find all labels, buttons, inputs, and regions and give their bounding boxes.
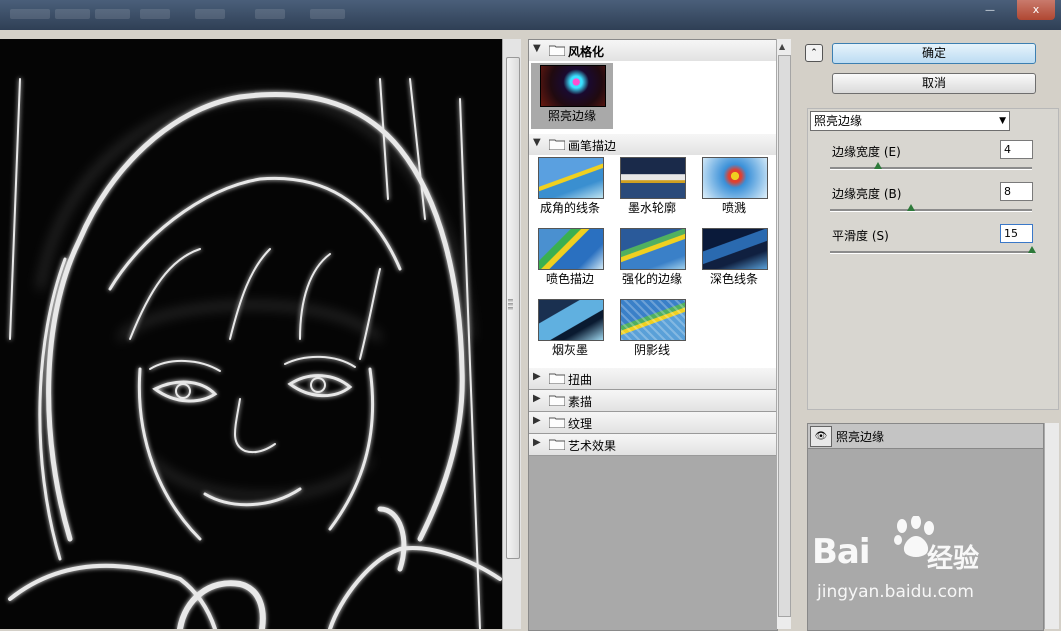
watermark-brand-du: du	[890, 532, 919, 557]
watermark-brand-text: Bai	[812, 532, 871, 572]
filter-thumbnail-image	[620, 157, 686, 199]
filter-thumbnail-image	[538, 299, 604, 341]
minimize-button[interactable]: —	[985, 6, 999, 16]
category-stylize-body: 照亮边缘	[529, 61, 777, 134]
eye-icon[interactable]: 👁	[810, 426, 832, 447]
folder-icon	[549, 417, 565, 428]
effect-layer-row[interactable]: 👁 照亮边缘	[808, 424, 1043, 449]
edge-width-label: 边缘宽度 (E)	[832, 145, 901, 159]
category-brush-strokes-body: 成角的线条 墨水轮廓 喷溅 喷色描边 强化的边缘 深色线条 烟灰墨 阴影线	[529, 155, 777, 368]
expanded-triangle-icon: ▼	[533, 137, 541, 148]
collapsed-triangle-icon: ▶	[533, 415, 541, 426]
folder-icon	[549, 139, 565, 150]
filter-thumb-caption: 照亮边缘	[547, 109, 596, 123]
filter-thumbnail-image	[620, 299, 686, 341]
category-label: 扭曲	[568, 373, 593, 387]
filter-thumb-caption: 深色线条	[709, 272, 758, 286]
titlebar-menu-blur	[55, 9, 90, 19]
scrollbar-grip-icon: ═ ═ ═	[508, 296, 513, 313]
filter-thumb-caption: 烟灰墨	[551, 343, 588, 357]
smoothness-slider-knob[interactable]	[1028, 246, 1036, 253]
titlebar-menu-blur	[310, 9, 345, 19]
category-stylize[interactable]: ▼ 风格化	[529, 40, 777, 62]
layers-vertical-scrollbar[interactable]	[1044, 423, 1059, 629]
folder-icon	[549, 45, 565, 56]
filter-type-value: 照亮边缘	[814, 114, 863, 128]
window-titlebar: — x	[0, 0, 1061, 30]
collapsed-triangle-icon: ▶	[533, 437, 541, 448]
edge-brightness-label: 边缘亮度 (B)	[832, 187, 902, 201]
filter-thumb-caption: 成角的线条	[539, 201, 600, 215]
watermark-brand-cn: 经验	[927, 544, 980, 574]
folder-icon	[549, 373, 565, 384]
gallery-scrollbar-thumb[interactable]	[778, 55, 791, 617]
smoothness-slider[interactable]	[830, 246, 1036, 254]
filter-thumb-crosshatch[interactable]: 阴影线	[611, 297, 693, 363]
smoothness-input[interactable]: 15	[1000, 224, 1033, 243]
collapsed-triangle-icon: ▶	[533, 393, 541, 404]
folder-icon	[549, 439, 565, 450]
preview-vertical-scrollbar[interactable]: ═ ═ ═	[502, 39, 521, 629]
edge-width-slider[interactable]	[830, 162, 1032, 170]
glowing-edges-preview-image	[0, 39, 502, 629]
cancel-button[interactable]: 取消	[832, 73, 1036, 94]
filter-thumb-caption: 喷溅	[721, 201, 746, 215]
folder-icon	[549, 395, 565, 406]
filter-thumbnail-image	[538, 157, 604, 199]
category-label: 素描	[568, 395, 593, 409]
smoothness-label: 平滑度 (S)	[832, 229, 889, 243]
filter-thumb-dark-strokes[interactable]: 深色线条	[693, 226, 775, 292]
category-label: 纹理	[568, 417, 593, 431]
edge-width-slider-knob[interactable]	[874, 162, 883, 169]
titlebar-menu-blur	[95, 9, 130, 19]
close-button[interactable]: x	[1017, 0, 1055, 20]
filter-thumbnail-image	[702, 157, 768, 199]
category-sketch[interactable]: ▶ 素描	[529, 390, 777, 412]
category-label: 画笔描边	[568, 139, 617, 153]
filter-thumbnail-image	[538, 228, 604, 270]
filter-thumbnail-image	[620, 228, 686, 270]
edge-brightness-slider-knob[interactable]	[906, 204, 915, 211]
filter-thumb-glowing-edges[interactable]: 照亮边缘	[531, 63, 613, 129]
titlebar-menu-blur	[10, 9, 50, 19]
filter-thumb-spatter[interactable]: 喷溅	[693, 155, 775, 221]
filter-preview-canvas[interactable]	[0, 39, 502, 629]
filter-type-select[interactable]: 照亮边缘 ▼	[810, 111, 1010, 131]
category-label: 艺术效果	[568, 439, 617, 453]
filter-thumb-sprayed-strokes[interactable]: 喷色描边	[529, 226, 611, 292]
filter-thumb-accented-edges[interactable]: 强化的边缘	[611, 226, 693, 292]
category-distort[interactable]: ▶ 扭曲	[529, 368, 777, 390]
filter-thumb-caption: 强化的边缘	[621, 272, 682, 286]
scroll-up-arrow-icon[interactable]: ▲	[779, 42, 785, 51]
collapsed-triangle-icon: ▶	[533, 371, 541, 382]
edge-width-input[interactable]: 4	[1000, 140, 1033, 159]
titlebar-menu-blur	[255, 9, 285, 19]
category-artistic[interactable]: ▶ 艺术效果	[529, 434, 777, 456]
edge-brightness-slider[interactable]	[830, 204, 1032, 212]
dropdown-arrow-icon: ▼	[999, 116, 1006, 126]
effect-layer-name: 照亮边缘	[836, 430, 885, 444]
titlebar-menu-blur	[195, 9, 225, 19]
collapse-gallery-button[interactable]: ⌃	[805, 44, 823, 62]
expanded-triangle-icon: ▼	[533, 43, 541, 54]
filter-thumb-sumi-e[interactable]: 烟灰墨	[529, 297, 611, 363]
filter-thumbnail-image	[540, 65, 606, 107]
filter-thumbnail-image	[702, 228, 768, 270]
filter-thumb-caption: 墨水轮廓	[627, 201, 676, 215]
gallery-vertical-scrollbar[interactable]: ▲	[776, 39, 791, 629]
filter-gallery: ▼ 风格化 照亮边缘 ▼ 画笔描边 成角的线条 墨水轮廓 喷溅 喷色描边 强化的…	[528, 39, 778, 631]
baidu-jingyan-watermark: Bai du 经验 jingyan.baidu.com	[812, 512, 1012, 612]
watermark-url: jingyan.baidu.com	[817, 582, 974, 602]
ok-button[interactable]: 确定	[832, 43, 1036, 64]
category-texture[interactable]: ▶ 纹理	[529, 412, 777, 434]
filter-thumb-caption: 阴影线	[633, 343, 670, 357]
filter-thumb-ink-outlines[interactable]: 墨水轮廓	[611, 155, 693, 221]
edge-brightness-input[interactable]: 8	[1000, 182, 1033, 201]
filter-thumb-caption: 喷色描边	[545, 272, 594, 286]
filter-thumb-angled-strokes[interactable]: 成角的线条	[529, 155, 611, 221]
category-label: 风格化	[568, 45, 605, 59]
titlebar-menu-blur	[140, 9, 170, 19]
category-brush-strokes[interactable]: ▼ 画笔描边	[529, 134, 777, 156]
